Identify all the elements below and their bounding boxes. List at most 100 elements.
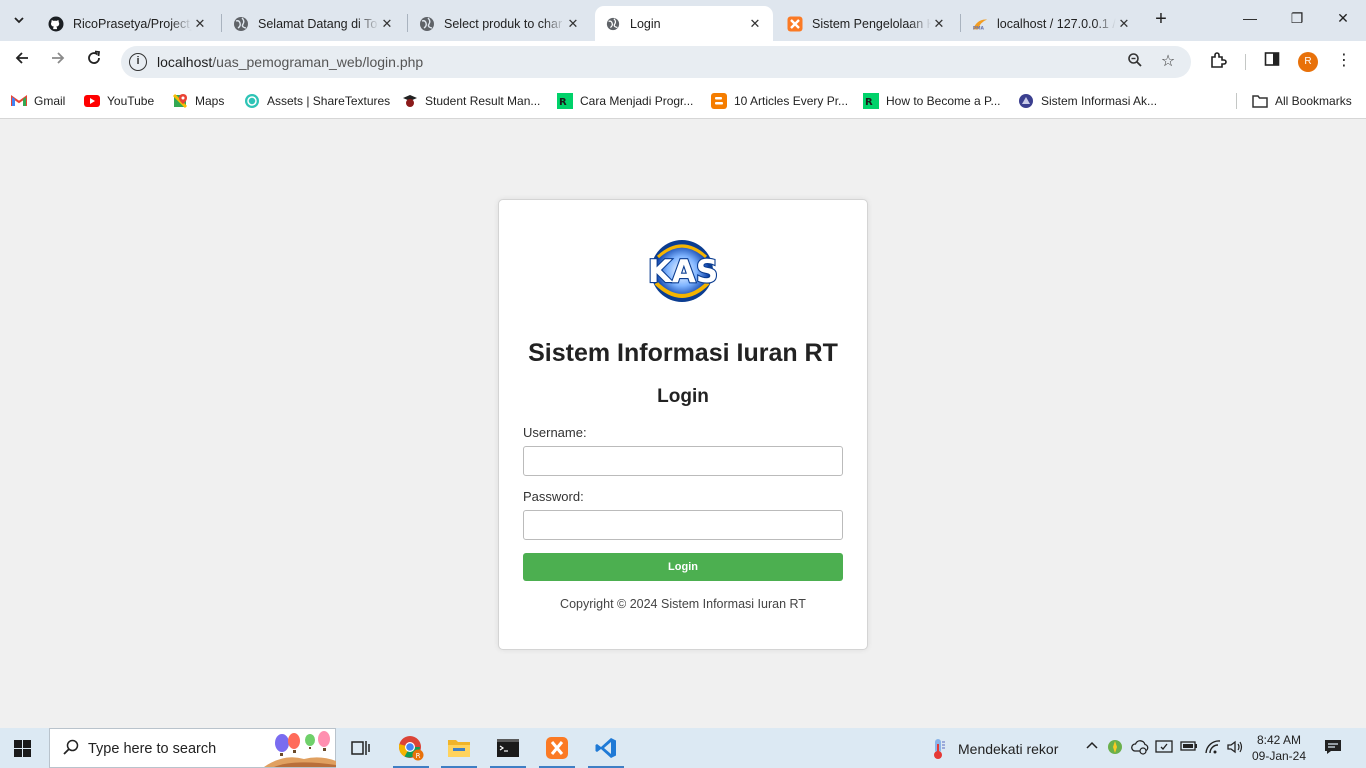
url-path: /uas_pemograman_web/login.php	[212, 54, 424, 70]
side-panel-icon[interactable]	[1262, 51, 1282, 71]
svg-text:R: R	[865, 97, 873, 108]
taskbar-vscode[interactable]	[582, 728, 630, 768]
tab-sistem-pengelolaan[interactable]: Sistem Pengelolaan K ✕	[777, 6, 957, 41]
tray-app-icon[interactable]	[1107, 739, 1123, 758]
taskbar-xampp[interactable]	[533, 728, 581, 768]
all-bookmarks-button[interactable]: All Bookmarks	[1252, 92, 1352, 110]
taskbar-file-explorer[interactable]	[435, 728, 483, 768]
bookmark-maps[interactable]: Maps	[172, 92, 224, 110]
bookmark-label: Assets | ShareTextures	[267, 94, 391, 108]
close-tab-icon[interactable]: ✕	[931, 16, 947, 32]
profile-avatar[interactable]: R	[1298, 52, 1318, 72]
svg-text:R: R	[559, 97, 567, 108]
task-view-button[interactable]	[336, 728, 384, 768]
globe-icon	[605, 16, 621, 32]
username-label: Username:	[523, 425, 587, 440]
weather-text: Mendekati rekor	[958, 741, 1059, 757]
site-info-icon[interactable]: i	[129, 53, 147, 71]
tray-cloud-icon[interactable]	[1131, 739, 1149, 758]
bookmark-gmail[interactable]: Gmail	[11, 92, 65, 110]
bookmark-cara-menjadi[interactable]: R Cara Menjadi Progr...	[557, 92, 693, 110]
kas-logo: KAS	[644, 239, 722, 305]
battery-icon[interactable]	[1180, 739, 1198, 756]
github-icon	[48, 16, 64, 32]
svg-text:PMA: PMA	[973, 25, 985, 31]
terminal-icon	[497, 739, 519, 757]
copyright-text: Copyright © 2024 Sistem Informasi Iuran …	[560, 597, 806, 611]
folder-icon	[1252, 93, 1268, 109]
taskbar-search-box[interactable]: Type here to search	[49, 728, 336, 768]
taskbar-chrome[interactable]: R	[387, 728, 435, 768]
forward-button[interactable]	[47, 50, 69, 72]
notification-center-icon[interactable]	[1324, 739, 1342, 760]
xampp-icon	[787, 16, 803, 32]
close-tab-icon[interactable]: ✕	[379, 16, 395, 32]
username-field[interactable]	[523, 446, 843, 476]
zoom-icon[interactable]	[1125, 52, 1145, 72]
taskbar-terminal[interactable]	[484, 728, 532, 768]
tab-select-produk[interactable]: Select produk to char ✕	[409, 6, 591, 41]
task-view-icon	[351, 741, 370, 755]
globe-icon	[233, 16, 249, 32]
login-button[interactable]: Login	[523, 553, 843, 581]
tab-title: Selamat Datang di To	[258, 16, 378, 31]
back-button[interactable]	[11, 50, 33, 72]
login-heading: Login	[657, 386, 709, 407]
tray-display-icon[interactable]	[1155, 739, 1173, 758]
arrow-right-icon	[52, 52, 65, 64]
bookmark-how-to-become[interactable]: R How to Become a P...	[863, 92, 1001, 110]
password-field[interactable]	[523, 510, 843, 540]
bookmark-star-icon[interactable]: ☆	[1158, 52, 1178, 72]
tab-title: Select produk to char	[444, 16, 563, 31]
taskbar-clock[interactable]: 8:42 AM 09-Jan-24	[1246, 732, 1312, 764]
clock-time: 8:42 AM	[1256, 733, 1302, 747]
dicoding-icon: R	[863, 93, 879, 109]
url-text[interactable]: localhost/uas_pemograman_web/login.php	[157, 54, 423, 70]
youtube-icon	[84, 93, 100, 109]
close-window-button[interactable]: ✕	[1333, 10, 1353, 30]
gmail-icon	[11, 93, 27, 109]
close-tab-icon[interactable]: ✕	[747, 16, 763, 32]
reload-icon	[88, 50, 101, 64]
close-tab-icon[interactable]: ✕	[192, 16, 208, 32]
tab-search-button[interactable]	[6, 8, 32, 32]
clock-date: 09-Jan-24	[1251, 749, 1307, 763]
new-tab-button[interactable]: +	[1150, 9, 1172, 31]
tab-phpmyadmin[interactable]: PMA localhost / 127.0.0.1 / ✕	[962, 6, 1142, 41]
close-tab-icon[interactable]: ✕	[1116, 16, 1132, 32]
bookmark-label: Sistem Informasi Ak...	[1041, 94, 1158, 108]
chrome-icon: R	[399, 736, 424, 761]
tab-github[interactable]: RicoPrasetya/Project_ ✕	[38, 6, 218, 41]
thermometer-icon	[934, 739, 945, 759]
reload-button[interactable]	[83, 50, 105, 72]
bookmark-sistem-informasi[interactable]: Sistem Informasi Ak...	[1018, 92, 1157, 110]
bookmark-10-articles[interactable]: 10 Articles Every Pr...	[711, 92, 848, 110]
extensions-icon[interactable]	[1208, 51, 1228, 71]
wifi-icon[interactable]	[1204, 739, 1222, 758]
globe-icon	[419, 16, 435, 32]
bookmark-label: Gmail	[34, 94, 66, 108]
bookmark-student-result[interactable]: Student Result Man...	[402, 92, 540, 110]
login-card: KAS Sistem Informasi Iuran RT Login User…	[498, 199, 868, 650]
tray-chevron-up-icon[interactable]	[1085, 739, 1099, 756]
close-tab-icon[interactable]: ✕	[565, 16, 581, 32]
phpmyadmin-icon: PMA	[972, 16, 988, 32]
dicoding-icon: R	[557, 93, 573, 109]
windows-start-icon[interactable]	[14, 740, 32, 758]
minimize-button[interactable]: —	[1240, 10, 1260, 30]
volume-icon[interactable]	[1226, 739, 1244, 758]
address-bar[interactable]: i localhost/uas_pemograman_web/login.php…	[121, 46, 1191, 78]
search-icon	[62, 738, 80, 761]
bookmark-label: Maps	[195, 94, 225, 108]
restore-button[interactable]: ❐	[1287, 10, 1307, 30]
bookmark-youtube[interactable]: YouTube	[84, 92, 154, 110]
weather-widget[interactable]: Mendekati rekor	[928, 738, 1058, 760]
tab-title: localhost / 127.0.0.1 /	[997, 16, 1116, 31]
bookmark-sharetextures[interactable]: Assets | ShareTextures	[244, 92, 390, 110]
menu-kebab-icon[interactable]: ⋮	[1334, 51, 1354, 71]
bookmark-label: How to Become a P...	[886, 94, 1001, 108]
tab-login-active[interactable]: Login ✕	[595, 6, 773, 41]
arrow-left-icon	[15, 52, 28, 64]
tab-selamat-datang[interactable]: Selamat Datang di To ✕	[223, 6, 405, 41]
tab-separator	[407, 14, 408, 32]
